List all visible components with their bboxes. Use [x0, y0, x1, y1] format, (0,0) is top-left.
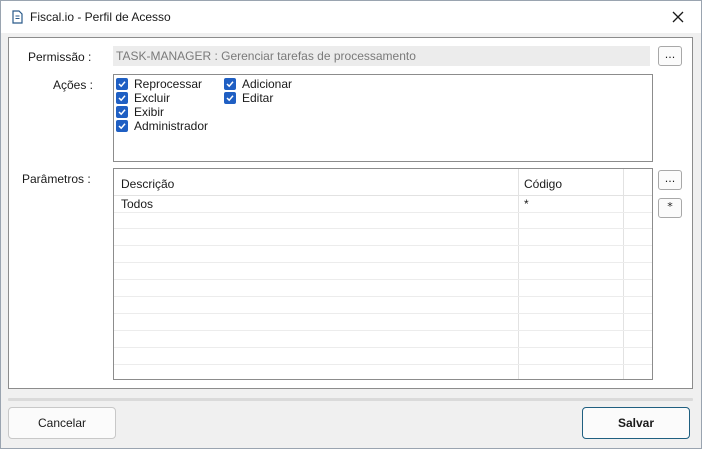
- row-divider: [114, 212, 652, 213]
- permission-label: Permissão :: [28, 50, 92, 64]
- dialog-window: Fiscal.io - Perfil de Acesso Permissão :…: [0, 0, 702, 449]
- checkbox-adicionar[interactable]: Adicionar: [224, 77, 292, 91]
- row-divider: [114, 245, 652, 246]
- table-header: Descrição Código: [114, 169, 652, 196]
- row-divider: [114, 228, 652, 229]
- row-divider: [114, 262, 652, 263]
- actions-label: Ações :: [53, 78, 94, 92]
- save-button[interactable]: Salvar: [582, 407, 690, 439]
- row-divider: [114, 347, 652, 348]
- permission-browse-button[interactable]: ...: [658, 46, 682, 66]
- checkbox-checked-icon: [116, 120, 128, 132]
- table-cell-descricao: Todos: [121, 197, 154, 211]
- params-browse-button[interactable]: ...: [658, 170, 682, 190]
- column-header-codigo[interactable]: Código: [524, 177, 562, 191]
- checkbox-label: Reprocessar: [134, 77, 203, 91]
- checkbox-label: Adicionar: [242, 77, 293, 91]
- title-bar: Fiscal.io - Perfil de Acesso: [1, 1, 701, 33]
- close-button[interactable]: [655, 1, 701, 33]
- checkbox-reprocessar[interactable]: Reprocessar: [116, 77, 202, 91]
- params-table: Descrição Código Todos *: [113, 168, 653, 380]
- window-title: Fiscal.io - Perfil de Acesso: [30, 10, 171, 24]
- column-header-descricao[interactable]: Descrição: [121, 177, 174, 191]
- form-frame: Permissão : TASK-MANAGER : Gerenciar tar…: [8, 37, 693, 389]
- permission-field[interactable]: TASK-MANAGER : Gerenciar tarefas de proc…: [113, 46, 650, 66]
- checkbox-exibir[interactable]: Exibir: [116, 105, 164, 119]
- params-label: Parâmetros :: [22, 172, 91, 186]
- checkbox-excluir[interactable]: Excluir: [116, 91, 170, 105]
- cancel-button[interactable]: Cancelar: [8, 407, 116, 439]
- row-divider: [114, 364, 652, 365]
- checkbox-checked-icon: [224, 78, 236, 90]
- checkbox-label: Editar: [242, 91, 274, 105]
- checkbox-editar[interactable]: Editar: [224, 91, 273, 105]
- row-divider: [114, 279, 652, 280]
- checkbox-checked-icon: [116, 78, 128, 90]
- checkbox-administrador[interactable]: Administrador: [116, 119, 208, 133]
- row-divider: [114, 296, 652, 297]
- checkbox-label: Administrador: [134, 119, 209, 133]
- row-divider: [114, 330, 652, 331]
- table-cell-codigo: *: [524, 197, 529, 211]
- checkbox-checked-icon: [116, 106, 128, 118]
- actions-list: Reprocessar Excluir Exibir Administrador…: [113, 74, 653, 162]
- checkbox-label: Excluir: [134, 91, 171, 105]
- checkbox-checked-icon: [224, 92, 236, 104]
- app-document-icon: [12, 10, 23, 24]
- footer-separator: [8, 398, 693, 401]
- close-icon: [672, 11, 684, 23]
- params-all-button[interactable]: *: [658, 198, 682, 218]
- checkbox-checked-icon: [116, 92, 128, 104]
- row-divider: [114, 313, 652, 314]
- checkbox-label: Exibir: [134, 105, 165, 119]
